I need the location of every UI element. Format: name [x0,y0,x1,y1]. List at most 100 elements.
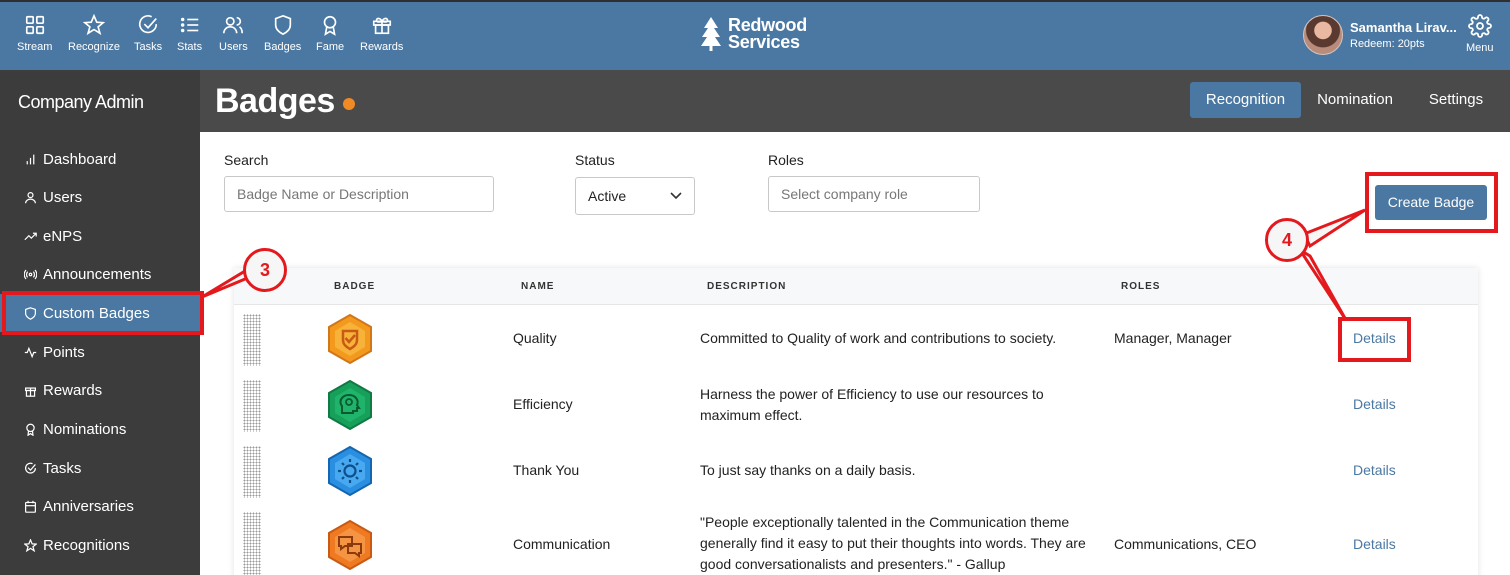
nav-label: Stream [17,41,53,53]
nav-label: Rewards [360,41,404,53]
nav-label: Recognize [68,41,120,53]
highlight-box-create-badge [1365,172,1498,233]
table-row: Efficiency Harness the power of Efficien… [234,372,1478,438]
check-circle-icon [138,15,158,34]
nav-label: Users [219,41,248,53]
badge-communication-icon [328,520,372,570]
badge-description: Committed to Quality of work and contrib… [700,330,1057,346]
gear-icon [1467,14,1492,38]
sidebar-item-label: Dashboard [43,150,117,168]
badge-roles: Communications, CEO [1114,536,1257,552]
sidebar-item-label: Announcements [43,265,152,283]
activity-icon [24,346,37,358]
drag-handle[interactable] [243,314,261,366]
shield-icon [274,14,291,36]
menu-button[interactable]: Menu [1466,14,1494,54]
sidebar-item-points[interactable]: Points [0,333,200,371]
sidebar-item-label: Recognitions [43,536,130,554]
nav-label: Stats [177,41,203,53]
nav-label: Fame [316,41,345,53]
sidebar-item-nominations[interactable]: Nominations [0,410,200,448]
sidebar-item-label: Points [43,343,85,361]
status-value: Active [588,188,627,204]
page-header: Badges Recognition Nomination Settings [200,70,1510,132]
sidebar-item-label: Rewards [43,381,103,399]
calendar-icon [25,500,36,513]
details-link[interactable]: Details [1353,536,1396,552]
tab-nomination[interactable]: Nomination [1305,82,1405,118]
step-marker-3: 3 [243,248,287,292]
badge-quality-icon [328,314,372,364]
details-link[interactable]: Details [1353,462,1396,478]
company-logo[interactable]: Redwood Services [700,16,807,52]
column-header-description: DESCRIPTION [707,281,787,292]
nav-stream[interactable]: Stream [17,14,52,53]
badge-description: Harness the power of Efficiency to use o… [700,386,1044,423]
avatar[interactable] [1303,15,1343,55]
gift-icon [372,17,391,35]
user-points: Redeem: 20pts [1350,38,1425,50]
broadcast-icon [24,269,37,279]
nav-label: Tasks [134,41,163,53]
table-row: Communication "People exceptionally tale… [234,504,1478,575]
badge-name: Thank You [513,462,580,478]
column-header-name: NAME [521,281,555,292]
badge-roles: Manager, Manager [1114,330,1232,346]
sidebar-item-label: eNPS [43,227,83,245]
search-label: Search [224,152,269,168]
sidebar-title: Company Admin [18,92,144,112]
badge-description: "People exceptionally talented in the Co… [700,514,1086,572]
badge-description: To just say thanks on a daily basis. [700,462,916,478]
nav-label: Badges [264,41,302,53]
badge-name: Efficiency [513,396,573,412]
menu-label: Menu [1466,42,1494,54]
sidebar-item-tasks[interactable]: Tasks [0,449,200,487]
step-marker-4: 4 [1265,218,1309,262]
highlight-box-custom-badges [2,291,204,335]
logo-text: Redwood Services [728,15,807,52]
drag-handle[interactable] [243,446,261,498]
sidebar-item-label: Anniversaries [43,497,134,515]
roles-label: Roles [768,152,804,168]
nav-users[interactable]: Users [219,14,248,53]
status-label: Status [575,152,615,168]
user-name[interactable]: Samantha Lirav... [1350,20,1457,35]
details-link[interactable]: Details [1353,396,1396,412]
status-dot [343,98,355,110]
sidebar-item-anniversaries[interactable]: Anniversaries [0,487,200,525]
gift-icon [25,386,36,397]
drag-handle[interactable] [243,380,261,432]
search-input[interactable] [224,176,494,212]
grid-icon [25,15,44,35]
sidebar-item-label: Users [43,188,83,206]
nav-badges[interactable]: Badges [264,14,301,53]
table-row: Thank You To just say thanks on a daily … [234,438,1478,504]
page-title: Badges [215,82,335,120]
drag-handle[interactable] [243,512,261,575]
sidebar-item-recognitions[interactable]: Recognitions [0,526,200,564]
sidebar-item-enps[interactable]: eNPS [0,217,200,255]
sidebar-item-rewards[interactable]: Rewards [0,371,200,409]
badge-name: Communication [513,536,611,552]
nav-tasks[interactable]: Tasks [134,14,162,53]
nav-recognize[interactable]: Recognize [68,14,120,53]
sidebar-item-dashboard[interactable]: Dashboard [0,140,200,178]
badge-efficiency-icon [328,380,372,430]
user-icon [25,191,36,203]
list-icon [180,17,198,33]
sidebar-item-announcements[interactable]: Announcements [0,255,200,293]
badge-thank-you-icon [328,446,372,496]
nav-fame[interactable]: Fame [316,14,344,53]
nav-stats[interactable]: Stats [177,14,202,53]
status-select[interactable]: Active [575,177,695,215]
roles-select[interactable] [768,176,980,212]
sidebar-item-users[interactable]: Users [0,178,200,216]
sidebar-item-label: Tasks [43,459,82,477]
tab-recognition[interactable]: Recognition [1190,82,1301,118]
column-header-roles: ROLES [1121,281,1161,292]
check-circle-icon [25,462,36,474]
tab-settings[interactable]: Settings [1414,82,1498,118]
nav-rewards[interactable]: Rewards [360,14,403,53]
chevron-down-icon [670,192,682,200]
trending-up-icon [24,232,37,240]
